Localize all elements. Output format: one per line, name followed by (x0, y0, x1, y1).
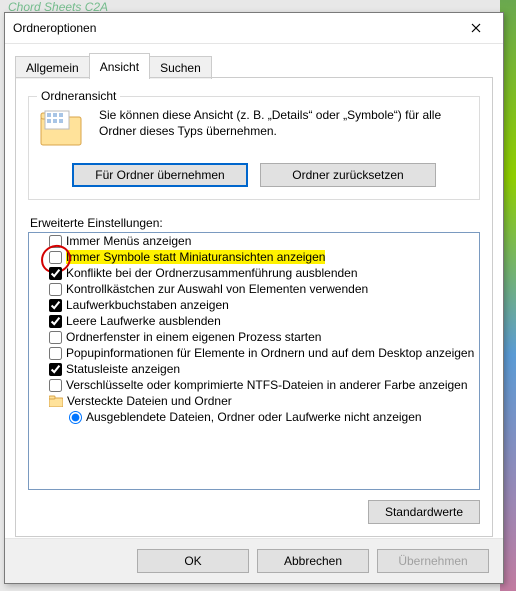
tab-strip: Allgemein Ansicht Suchen (5, 44, 503, 78)
dialog-title: Ordneroptionen (13, 21, 457, 35)
advanced-item[interactable]: Verschlüsselte oder komprimierte NTFS-Da… (49, 377, 477, 393)
checkbox[interactable] (49, 331, 62, 344)
advanced-item[interactable]: Leere Laufwerke ausblenden (49, 313, 477, 329)
advanced-item-label: Ausgeblendete Dateien, Ordner oder Laufw… (86, 410, 422, 424)
dialog-button-bar: OK Abbrechen Übernehmen (5, 538, 503, 583)
advanced-item-label: Immer Menüs anzeigen (66, 234, 191, 248)
reset-folders-button[interactable]: Ordner zurücksetzen (260, 163, 436, 187)
radio[interactable] (69, 411, 82, 424)
advanced-item[interactable]: Statusleiste anzeigen (49, 361, 477, 377)
checkbox[interactable] (49, 251, 62, 264)
advanced-item-label: Immer Symbole statt Miniaturansichten an… (66, 250, 325, 264)
advanced-item[interactable]: Versteckte Dateien und Ordner (49, 393, 477, 409)
checkbox[interactable] (49, 363, 62, 376)
advanced-settings-label: Erweiterte Einstellungen: (30, 216, 480, 230)
checkbox[interactable] (49, 283, 62, 296)
checkbox[interactable] (49, 235, 62, 248)
tab-page: Ordneransicht Sie können diese Ansicht (… (15, 77, 493, 537)
folder-icon (49, 395, 63, 407)
checkbox[interactable] (49, 315, 62, 328)
tab-view-page: Ordneransicht Sie können diese Ansicht (… (16, 78, 492, 536)
tab-general[interactable]: Allgemein (15, 56, 90, 79)
advanced-item[interactable]: Konflikte bei der Ordnerzusammenführung … (49, 265, 477, 281)
ok-button[interactable]: OK (137, 549, 249, 573)
advanced-item[interactable]: Immer Symbole statt Miniaturansichten an… (49, 249, 477, 265)
tab-view[interactable]: Ansicht (89, 53, 150, 78)
folderview-group: Ordneransicht Sie können diese Ansicht (… (28, 96, 480, 200)
advanced-settings-scroll[interactable]: Immer Menüs anzeigen Immer Symbole statt … (29, 233, 479, 489)
advanced-item[interactable]: Laufwerkbuchstaben anzeigen (49, 297, 477, 313)
advanced-item[interactable]: Ausgeblendete Dateien, Ordner oder Laufw… (69, 409, 477, 425)
advanced-item-label: Popupinformationen für Elemente in Ordne… (66, 346, 474, 360)
advanced-item-label: Kontrollkästchen zur Auswahl von Element… (66, 282, 368, 296)
checkbox[interactable] (49, 347, 62, 360)
advanced-item[interactable]: Popupinformationen für Elemente in Ordne… (49, 345, 477, 361)
checkbox[interactable] (49, 299, 62, 312)
advanced-item-label: Statusleiste anzeigen (66, 362, 180, 376)
titlebar: Ordneroptionen (5, 13, 503, 44)
apply-button[interactable]: Übernehmen (377, 549, 489, 573)
advanced-item-label: Versteckte Dateien und Ordner (67, 394, 232, 408)
advanced-item[interactable]: Kontrollkästchen zur Auswahl von Element… (49, 281, 477, 297)
checkbox[interactable] (49, 379, 62, 392)
folder-options-icon (39, 107, 85, 149)
checkbox[interactable] (49, 267, 62, 280)
advanced-item-label: Ordnerfenster in einem eigenen Prozess s… (66, 330, 321, 344)
advanced-item-label: Laufwerkbuchstaben anzeigen (66, 298, 229, 312)
advanced-item[interactable]: Ordnerfenster in einem eigenen Prozess s… (49, 329, 477, 345)
tab-search[interactable]: Suchen (149, 56, 212, 79)
folderview-button-row: Für Ordner übernehmen Ordner zurücksetze… (39, 163, 469, 187)
advanced-settings-box: Immer Menüs anzeigen Immer Symbole statt … (28, 232, 480, 490)
advanced-item-label: Konflikte bei der Ordnerzusammenführung … (66, 266, 358, 280)
advanced-settings-list: Immer Menüs anzeigen Immer Symbole statt … (29, 233, 479, 427)
advanced-item[interactable]: Immer Menüs anzeigen (49, 233, 477, 249)
folderview-group-label: Ordneransicht (37, 89, 120, 103)
close-button[interactable] (457, 16, 495, 40)
folder-options-dialog: Ordneroptionen Allgemein Ansicht Suchen … (4, 12, 504, 584)
advanced-item-label: Verschlüsselte oder komprimierte NTFS-Da… (66, 378, 468, 392)
apply-to-folders-button[interactable]: Für Ordner übernehmen (72, 163, 248, 187)
close-icon (471, 23, 481, 33)
folderview-text: Sie können diese Ansicht (z. B. „Details… (99, 107, 469, 139)
folderview-row: Sie können diese Ansicht (z. B. „Details… (39, 107, 469, 149)
restore-defaults-button[interactable]: Standardwerte (368, 500, 480, 524)
advanced-item-label: Leere Laufwerke ausblenden (66, 314, 221, 328)
defaults-row: Standardwerte (28, 500, 480, 524)
cancel-button[interactable]: Abbrechen (257, 549, 369, 573)
